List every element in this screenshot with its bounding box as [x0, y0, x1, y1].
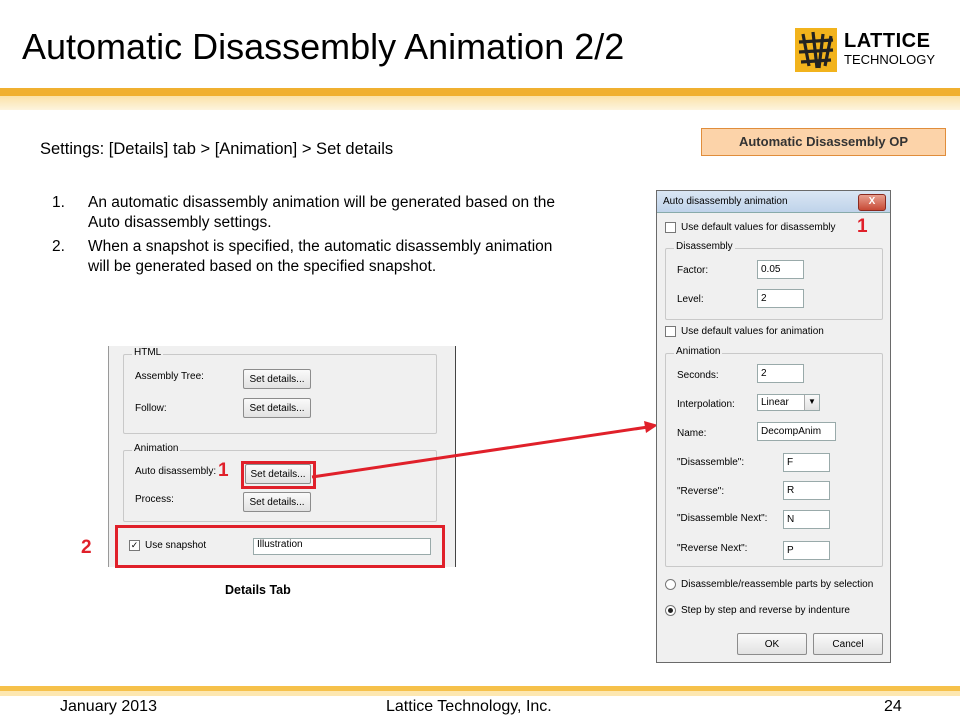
list-text: When a snapshot is specified, the automa… — [88, 238, 553, 275]
subtitle: Settings: [Details] tab > [Animation] > … — [40, 140, 394, 158]
ok-button[interactable]: OK — [737, 633, 807, 655]
disassemble-key-label: "Disassemble": — [677, 457, 745, 468]
dialog-title: Auto disassembly animation — [657, 191, 890, 213]
slide-title: Automatic Disassembly Animation 2/2 — [22, 26, 625, 67]
seconds-input[interactable]: 2 — [757, 364, 804, 383]
default-disassembly-checkbox[interactable] — [665, 222, 676, 233]
assembly-tree-set-details-button[interactable]: Set details... — [243, 369, 311, 389]
animation-group-title: Animation — [132, 443, 181, 454]
details-tab-caption: Details Tab — [225, 583, 291, 597]
op-label-badge: Automatic Disassembly OP — [701, 128, 946, 156]
marker-1: 1 — [218, 460, 229, 481]
dialog-close-button[interactable]: X — [858, 194, 886, 211]
list-item: 1. An automatic disassembly animation wi… — [52, 193, 572, 233]
list-number: 2. — [52, 238, 65, 255]
auto-disassembly-label: Auto disassembly: — [135, 466, 217, 477]
header-divider — [0, 88, 960, 96]
level-label: Level: — [677, 294, 704, 305]
radio-by-selection-label: Disassemble/reassemble parts by selectio… — [681, 579, 874, 590]
name-label: Name: — [677, 428, 707, 439]
highlight-box-2 — [115, 525, 445, 568]
dialog-marker-1: 1 — [857, 216, 868, 237]
footer-date: January 2013 — [60, 698, 157, 715]
interpolation-select[interactable]: Linear ▼ — [757, 394, 820, 411]
disassemble-next-key-input[interactable]: N — [783, 510, 830, 529]
marker-2: 2 — [81, 537, 92, 558]
logo-subtext: TECHNOLOGY — [844, 52, 936, 67]
dialog-animation-group-title: Animation — [674, 346, 723, 357]
default-animation-checkbox[interactable] — [665, 326, 676, 337]
name-input[interactable]: DecompAnim — [757, 422, 836, 441]
disassemble-next-key-label: "Disassemble Next": — [677, 513, 768, 524]
seconds-label: Seconds: — [677, 370, 719, 381]
level-input[interactable]: 2 — [757, 289, 804, 308]
process-label: Process: — [135, 494, 174, 505]
dialog-disassembly-group-title: Disassembly — [674, 241, 735, 252]
disassemble-key-input[interactable]: F — [783, 453, 830, 472]
callout-arrow-icon — [311, 421, 658, 479]
reverse-key-input[interactable]: R — [783, 481, 830, 500]
reverse-next-key-input[interactable]: P — [783, 541, 830, 560]
dialog-disassembly-group: Disassembly — [665, 241, 883, 320]
radio-step-by-step-label: Step by step and reverse by indenture — [681, 605, 850, 616]
list-text: An automatic disassembly animation will … — [88, 194, 555, 231]
factor-label: Factor: — [677, 265, 709, 276]
html-group-title: HTML — [132, 347, 164, 358]
chevron-down-icon[interactable]: ▼ — [804, 395, 819, 410]
reverse-next-key-label: "Reverse Next": — [677, 543, 748, 554]
interpolation-label: Interpolation: — [677, 399, 735, 410]
instruction-list: 1. An automatic disassembly animation wi… — [52, 193, 572, 281]
assembly-tree-label: Assembly Tree: — [135, 371, 204, 382]
process-set-details-button[interactable]: Set details... — [243, 492, 311, 512]
reverse-key-label: "Reverse": — [677, 486, 725, 497]
default-animation-label: Use default values for animation — [681, 326, 824, 337]
interpolation-value: Linear — [761, 397, 789, 408]
lattice-logo-icon — [795, 28, 837, 72]
default-disassembly-label: Use default values for disassembly — [681, 222, 836, 233]
footer-company: Lattice Technology, Inc. — [386, 698, 552, 715]
auto-disassembly-dialog: Auto disassembly animation X Use default… — [656, 190, 891, 663]
factor-input[interactable]: 0.05 — [757, 260, 804, 279]
footer-page-number: 24 — [884, 698, 902, 715]
follow-label: Follow: — [135, 403, 167, 414]
footer-divider-light — [0, 691, 960, 696]
radio-step-by-step[interactable] — [665, 605, 676, 616]
list-item: 2. When a snapshot is specified, the aut… — [52, 237, 572, 277]
list-number: 1. — [52, 194, 65, 211]
cancel-button[interactable]: Cancel — [813, 633, 883, 655]
header-divider-gradient — [0, 96, 960, 110]
radio-by-selection[interactable] — [665, 579, 676, 590]
logo-wordmark: LATTICE — [844, 30, 931, 52]
